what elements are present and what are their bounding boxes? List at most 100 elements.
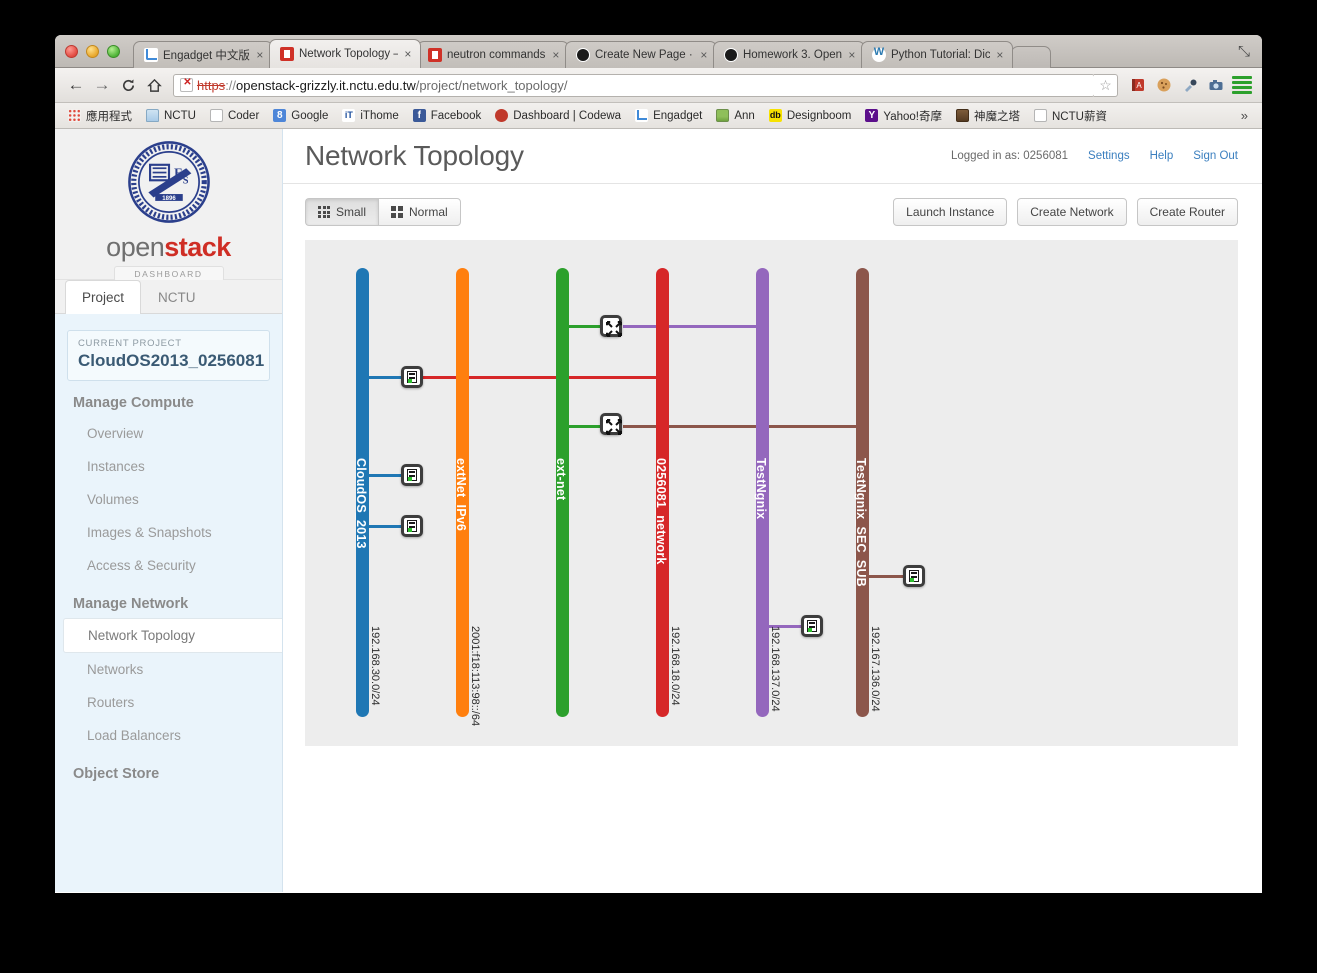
back-button[interactable]: ←	[63, 72, 89, 98]
bookmarks-bar: 應用程式 NCTU Coder 8 Google iT iThome f Facebo…	[55, 103, 1262, 129]
instance-node[interactable]	[401, 515, 423, 537]
browser-tab[interactable]: Homework 3. OpenStac ×	[712, 41, 865, 68]
sidebar: E S 1896 openstack DASHBOARD Project NCT…	[55, 129, 283, 892]
launch-instance-button[interactable]: Launch Instance	[893, 198, 1008, 226]
router-node[interactable]	[600, 315, 622, 337]
close-window-button[interactable]	[65, 45, 78, 58]
fullscreen-icon[interactable]: ⤡	[1238, 43, 1250, 60]
page-title: Network Topology	[305, 140, 524, 171]
sidebar-item-images-snapshots[interactable]: Images & Snapshots	[55, 516, 282, 549]
logo-word-open: open	[106, 232, 165, 262]
tab-project[interactable]: Project	[65, 280, 142, 314]
sidebar-item-access-security[interactable]: Access & Security	[55, 549, 282, 582]
bookmark-coder[interactable]: Coder	[203, 106, 266, 126]
url-input[interactable]: https://openstack-grizzly.it.nctu.edu.tw…	[173, 73, 1095, 97]
browser-tab[interactable]: neutron commands – O ×	[416, 41, 569, 68]
sidebar-item-load-balancers[interactable]: Load Balancers	[55, 719, 282, 752]
browser-tab[interactable]: Engadget 中文版 ×	[133, 41, 273, 68]
rss-icon	[635, 109, 649, 122]
instance-node[interactable]	[801, 615, 823, 637]
browser-tab[interactable]: Create New Page · life1 ×	[564, 41, 717, 68]
tab-nctu[interactable]: NCTU	[141, 280, 213, 314]
bookmarks-overflow-icon[interactable]: »	[1233, 108, 1256, 123]
logged-in-label: Logged in as: 0256081	[951, 150, 1069, 162]
view-mode-small-button[interactable]: Small	[305, 198, 379, 226]
sidebar-item-network-topology[interactable]: Network Topology	[63, 618, 282, 653]
bookmark-codewars[interactable]: Dashboard | Codewa	[488, 106, 628, 126]
bookmark-nctu[interactable]: NCTU	[139, 106, 203, 126]
close-icon[interactable]: ×	[402, 47, 414, 61]
instance-node[interactable]	[401, 464, 423, 486]
svg-text:A: A	[1136, 81, 1142, 90]
bookmark-star-icon[interactable]: ☆	[1094, 73, 1118, 97]
sign-out-link[interactable]: Sign Out	[1193, 150, 1238, 162]
sidebar-item-networks[interactable]: Networks	[55, 653, 282, 686]
camera-icon[interactable]	[1204, 73, 1228, 97]
home-icon[interactable]	[141, 72, 167, 98]
minimize-window-button[interactable]	[86, 45, 99, 58]
insecure-ssl-icon[interactable]	[180, 77, 194, 92]
reading-list-icon[interactable]: A	[1126, 73, 1150, 97]
maximize-window-button[interactable]	[107, 45, 120, 58]
topology-link[interactable]	[623, 325, 763, 328]
instance-node[interactable]	[401, 366, 423, 388]
tab-title: Python Tutorial: Diction	[890, 49, 990, 61]
new-tab-button[interactable]	[1010, 46, 1051, 68]
close-icon[interactable]: ×	[254, 48, 266, 62]
topology-link[interactable]	[563, 425, 605, 428]
help-link[interactable]: Help	[1150, 150, 1174, 162]
github-icon	[723, 48, 738, 62]
bookmark-engadget[interactable]: Engadget	[628, 106, 709, 126]
browser-tab[interactable]: Python Tutorial: Diction ×	[860, 41, 1013, 68]
create-network-button[interactable]: Create Network	[1017, 198, 1127, 226]
status-led	[408, 379, 412, 383]
bookmark-designboom[interactable]: db Designboom	[762, 106, 859, 126]
network-name-label: 0256081_network	[654, 458, 668, 565]
sidebar-item-overview[interactable]: Overview	[55, 417, 282, 450]
bookmark-label: Ann	[734, 109, 755, 122]
topology-link[interactable]	[563, 325, 605, 328]
browser-tab-active[interactable]: Network Topology – Op ×	[268, 39, 421, 68]
menu-icon[interactable]	[1230, 73, 1254, 97]
bookmark-nctu-salary[interactable]: NCTU薪資	[1027, 106, 1114, 126]
url-path: /project/network_topology/	[415, 77, 568, 93]
forward-button[interactable]: →	[89, 72, 115, 98]
designboom-icon: db	[768, 109, 782, 122]
bookmark-yahoo[interactable]: Y Yahoo!奇摩	[858, 106, 949, 126]
close-icon[interactable]: ×	[846, 48, 858, 62]
create-router-button[interactable]: Create Router	[1136, 198, 1238, 226]
cookie-icon[interactable]	[1152, 73, 1176, 97]
network-topology-canvas[interactable]: CloudOS_2013 192.168.30.0/24 extNet_IPv6 20…	[305, 240, 1238, 746]
main-content: Network Topology Logged in as: 0256081 S…	[283, 129, 1262, 892]
url-scheme: https	[197, 77, 226, 93]
eyedropper-icon[interactable]	[1178, 73, 1202, 97]
view-mode-normal-button[interactable]: Normal	[378, 198, 461, 226]
sidebar-item-instances[interactable]: Instances	[55, 450, 282, 483]
tab-strip: Engadget 中文版 × Network Topology – Op × n…	[55, 35, 1262, 68]
bookmark-apps[interactable]: 應用程式	[61, 106, 139, 126]
instance-node[interactable]	[903, 565, 925, 587]
sidebar-item-volumes[interactable]: Volumes	[55, 483, 282, 516]
bookmark-facebook[interactable]: f Facebook	[406, 106, 489, 126]
reload-icon[interactable]	[115, 72, 141, 98]
bookmark-ann[interactable]: Ann	[709, 106, 761, 126]
current-project-box[interactable]: CURRENT PROJECT CloudOS2013_0256081	[67, 330, 270, 381]
router-node[interactable]	[600, 413, 622, 435]
brand-logo[interactable]: E S 1896 openstack DASHBOARD	[55, 129, 282, 282]
sidebar-item-routers[interactable]: Routers	[55, 686, 282, 719]
bookmark-tower[interactable]: 神魔之塔	[949, 106, 1027, 126]
bookmark-ithome[interactable]: iT iThome	[335, 106, 405, 126]
wordpress-icon	[871, 46, 886, 62]
bookmark-label: Yahoo!奇摩	[883, 110, 942, 123]
github-icon	[575, 48, 590, 62]
close-icon[interactable]: ×	[550, 48, 562, 62]
close-icon[interactable]: ×	[994, 48, 1006, 62]
settings-link[interactable]: Settings	[1088, 150, 1130, 162]
nav-heading-manage-network: Manage Network	[73, 596, 189, 612]
document-icon	[1034, 109, 1047, 122]
grid-small-icon	[318, 206, 330, 218]
view-mode-group: Small Normal	[305, 198, 461, 226]
close-icon[interactable]: ×	[698, 48, 710, 62]
subnet-label: 192.167.136.0/24	[869, 626, 881, 712]
bookmark-google[interactable]: 8 Google	[266, 106, 335, 126]
